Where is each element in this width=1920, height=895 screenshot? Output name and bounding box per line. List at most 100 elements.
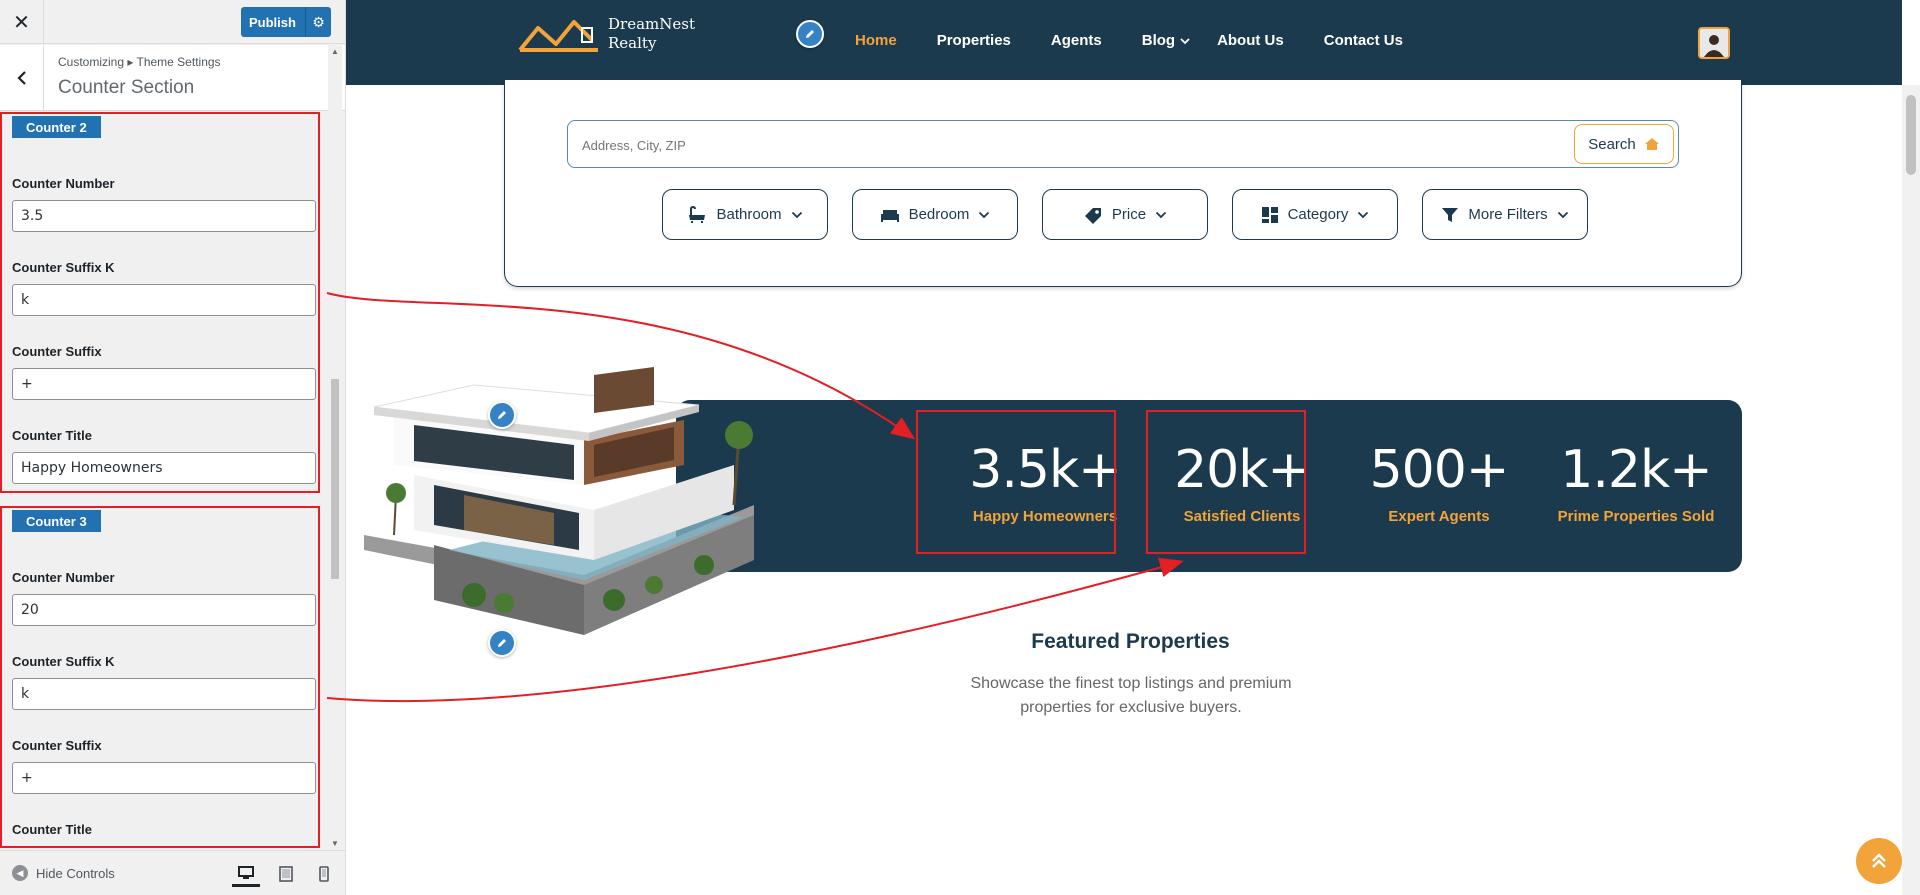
counter-number-input[interactable] — [12, 200, 316, 232]
scroll-up-arrow-icon[interactable]: ▲ — [331, 47, 339, 56]
counter-number-label: Counter Number — [12, 176, 115, 191]
bed-icon — [880, 209, 899, 222]
counter-suffix-k-input[interactable] — [12, 678, 316, 710]
chevron-down-icon — [1358, 211, 1369, 218]
counter-title-label: Counter Title — [12, 822, 92, 837]
filter-price[interactable]: Price — [1042, 189, 1208, 240]
featured-properties-subtitle: Showcase the finest top listings and pre… — [970, 675, 1292, 716]
controls-scroll-area: Counter 2 Counter Number Counter Suffix … — [0, 112, 328, 848]
nav-contact-us[interactable]: Contact Us — [1324, 32, 1403, 49]
counter-suffix-k-input[interactable] — [12, 284, 316, 316]
filter-bathroom[interactable]: Bathroom — [662, 189, 828, 240]
user-avatar[interactable] — [1698, 27, 1730, 59]
stat-label: Expert Agents — [1388, 508, 1490, 525]
close-icon[interactable]: ✕ — [0, 0, 44, 44]
category-grid-icon — [1261, 206, 1278, 223]
counter-suffix-label: Counter Suffix — [12, 738, 102, 753]
main-navigation: Home Properties Agents Blog About Us Con… — [855, 32, 1443, 49]
featured-properties-title: Featured Properties — [1031, 630, 1230, 653]
logo-text: DreamNest Realty — [608, 15, 695, 53]
stat-expert-agents: 500+ Expert Agents — [1344, 400, 1534, 572]
back-chevron-icon[interactable] — [0, 45, 44, 111]
home-icon — [1644, 138, 1659, 150]
price-tag-icon — [1084, 207, 1101, 224]
customizer-footer: ◀ Hide Controls — [0, 850, 345, 895]
filter-price-label: Price — [1111, 206, 1147, 223]
logo-line-2: Realty — [608, 34, 657, 52]
hide-controls-label: Hide Controls — [36, 865, 115, 881]
tablet-icon[interactable] — [272, 861, 300, 887]
stat-prime-properties-sold: 1.2k+ Prime Properties Sold — [1541, 400, 1731, 572]
counter-suffix-input[interactable] — [12, 762, 316, 794]
double-chevron-up-icon — [1872, 853, 1886, 868]
edit-shortcut-pencil-icon[interactable] — [796, 20, 824, 48]
bathtub-icon — [689, 205, 706, 223]
search-input[interactable] — [582, 133, 1482, 157]
stat-label: Prime Properties Sold — [1557, 508, 1715, 525]
site-preview: DreamNest Realty Home Properties Agents … — [346, 0, 1920, 895]
filter-bedroom-label: Bedroom — [908, 206, 970, 223]
filter-bedroom[interactable]: Bedroom — [852, 189, 1018, 240]
search-button-label: Search — [1588, 135, 1636, 153]
scroll-to-top-button[interactable] — [1856, 838, 1902, 884]
preview-scroll-thumb[interactable] — [1906, 95, 1916, 175]
counter-suffix-k-label: Counter Suffix K — [12, 654, 115, 669]
section-header: Customizing ▸ Theme Settings Counter Sec… — [0, 45, 345, 111]
nav-agents[interactable]: Agents — [1051, 32, 1102, 49]
counter-suffix-k-label: Counter Suffix K — [12, 260, 115, 275]
mobile-icon[interactable] — [310, 861, 338, 887]
filter-bathroom-label: Bathroom — [716, 206, 782, 223]
sidebar-scroll-thumb[interactable] — [331, 379, 339, 579]
chevron-down-icon — [791, 211, 802, 218]
preview-scrollbar[interactable] — [1902, 85, 1920, 895]
stat-value: 500+ — [1369, 440, 1510, 500]
collapse-arrow-icon: ◀ — [12, 865, 28, 881]
counter-badge: Counter 2 — [12, 116, 101, 138]
edit-shortcut-pencil-icon[interactable] — [488, 401, 516, 429]
highlight-box-counter-3 — [1146, 410, 1306, 554]
counter-badge: Counter 3 — [12, 510, 101, 532]
counter-number-label: Counter Number — [12, 570, 115, 585]
publish-button[interactable]: Publish ⚙ — [241, 7, 331, 37]
nav-properties[interactable]: Properties — [937, 32, 1011, 49]
property-search-card: Search Bathroom Bedroom Price — [504, 80, 1742, 287]
chevron-down-icon — [1155, 211, 1167, 218]
counter-2-group: Counter 2 Counter Number Counter Suffix … — [0, 112, 320, 493]
hide-controls-button[interactable]: ◀ Hide Controls — [12, 865, 115, 881]
scroll-down-arrow-icon[interactable]: ▼ — [331, 839, 339, 848]
counter-suffix-input[interactable] — [12, 368, 316, 400]
sidebar-scrollbar[interactable]: ▲ ▼ — [328, 44, 342, 850]
section-title: Counter Section — [58, 77, 195, 98]
customizer-sidebar: ✕ Publish ⚙ Customizing ▸ Theme Settings… — [0, 0, 346, 895]
chevron-down-icon — [1557, 211, 1568, 218]
modern-house-image — [364, 367, 754, 635]
site-header: DreamNest Realty Home Properties Agents … — [346, 0, 1902, 85]
nav-blog-label: Blog — [1141, 32, 1176, 49]
nav-blog[interactable]: Blog — [1142, 32, 1191, 49]
filter-more-filters-label: More Filters — [1468, 206, 1548, 223]
publish-label: Publish — [249, 14, 296, 30]
filter-more-filters[interactable]: More Filters — [1422, 189, 1588, 240]
nav-home[interactable]: Home — [855, 32, 897, 49]
counter-suffix-label: Counter Suffix — [12, 344, 102, 359]
breadcrumb: Customizing ▸ Theme Settings — [58, 55, 221, 69]
filter-category[interactable]: Category — [1232, 189, 1398, 240]
counter-3-group: Counter 3 Counter Number Counter Suffix … — [0, 506, 320, 848]
logo-roof-icon — [518, 20, 598, 52]
counter-number-input[interactable] — [12, 594, 316, 626]
counter-title-label: Counter Title — [12, 428, 92, 443]
search-button[interactable]: Search — [1574, 124, 1674, 164]
chevron-down-icon — [1180, 37, 1190, 44]
gear-icon[interactable]: ⚙ — [305, 7, 331, 37]
filter-funnel-icon — [1442, 207, 1459, 222]
site-logo[interactable]: DreamNest Realty — [516, 14, 695, 54]
chevron-down-icon — [979, 211, 990, 218]
customizer-header-bar: ✕ Publish ⚙ — [0, 0, 345, 44]
desktop-icon[interactable] — [232, 861, 260, 887]
filter-row: Bathroom Bedroom Price Category More Fil — [662, 189, 1588, 240]
logo-line-1: DreamNest — [608, 15, 695, 33]
nav-about-us[interactable]: About Us — [1217, 32, 1284, 49]
highlight-box-counter-2 — [916, 410, 1116, 554]
counter-title-input[interactable] — [12, 452, 316, 484]
stat-value: 1.2k+ — [1560, 440, 1712, 500]
